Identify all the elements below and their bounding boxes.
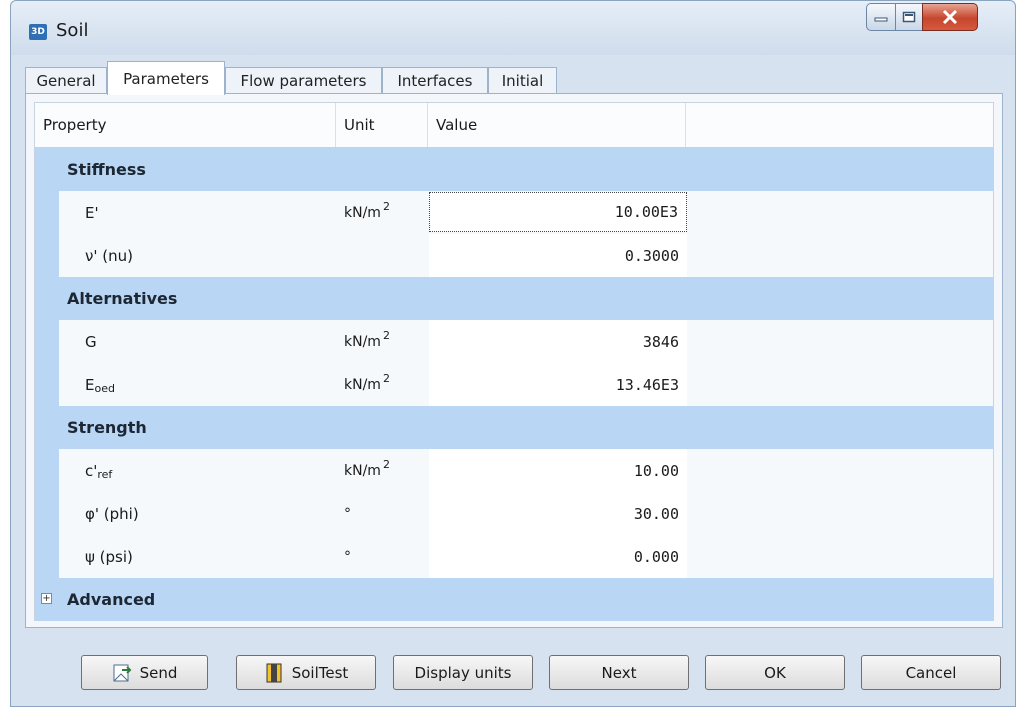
unit-label: ° <box>344 548 351 565</box>
header-property[interactable]: Property <box>35 103 336 147</box>
grid-header: Property Unit Value <box>35 103 993 148</box>
row-e-prime[interactable]: E' kN/m 2 10.00E3 <box>59 191 993 234</box>
close-icon <box>923 4 977 30</box>
expand-plus-icon[interactable]: + <box>41 593 52 604</box>
section-label: Advanced <box>67 590 156 609</box>
minimize-button[interactable] <box>866 3 896 31</box>
display-units-button[interactable]: Display units <box>393 655 533 690</box>
close-button[interactable] <box>922 3 978 31</box>
property-name: G <box>85 332 97 351</box>
send-icon <box>112 662 132 684</box>
tab-initial[interactable]: Initial <box>488 67 557 94</box>
value-field-e-prime[interactable]: 10.00E3 <box>429 192 687 232</box>
section-label: Alternatives <box>67 289 178 308</box>
tab-general[interactable]: General <box>25 67 107 94</box>
header-value[interactable]: Value <box>428 103 686 147</box>
property-name: c' ref <box>85 461 113 482</box>
cancel-button[interactable]: Cancel <box>861 655 1001 690</box>
header-unit[interactable]: Unit <box>336 103 428 147</box>
section-advanced[interactable]: + Advanced <box>35 578 993 621</box>
parameters-panel: Property Unit Value Stiffness E' kN/m 2 1… <box>25 93 1003 628</box>
section-alternatives[interactable]: Alternatives <box>35 277 993 320</box>
property-name: Eoed <box>85 375 115 396</box>
property-name: ψ (psi) <box>85 547 133 566</box>
ok-button[interactable]: OK <box>705 655 845 690</box>
row-g[interactable]: G kN/m 2 3846 <box>59 320 993 363</box>
soiltest-icon <box>264 662 284 684</box>
value-field-e-oed[interactable]: 13.46E3 <box>429 363 687 406</box>
unit-label: kN/m 2 <box>344 458 390 479</box>
value-field-psi[interactable]: 0.000 <box>429 535 687 578</box>
send-button[interactable]: Send <box>81 655 208 690</box>
section-gutter <box>35 320 59 406</box>
value-field-phi[interactable]: 30.00 <box>429 492 687 535</box>
row-phi[interactable]: φ' (phi) ° 30.00 <box>59 492 993 535</box>
unit-label: kN/m 2 <box>344 372 390 393</box>
value-field-c-ref[interactable]: 10.00 <box>429 449 687 492</box>
tab-interfaces[interactable]: Interfaces <box>382 67 488 94</box>
property-name: ν' (nu) <box>85 246 133 265</box>
next-button[interactable]: Next <box>549 655 689 690</box>
soiltest-button[interactable]: SoilTest <box>236 655 376 690</box>
button-bar: Send SoilTest Display units Next OK Canc… <box>25 637 1003 699</box>
row-psi[interactable]: ψ (psi) ° 0.000 <box>59 535 993 578</box>
minimize-icon <box>867 4 895 30</box>
unit-label: kN/m 2 <box>344 200 390 221</box>
window-title: Soil <box>56 20 89 41</box>
section-gutter <box>35 191 59 277</box>
unit-label: kN/m 2 <box>344 329 390 350</box>
value-field-g[interactable]: 3846 <box>429 320 687 363</box>
property-name: φ' (phi) <box>85 504 139 523</box>
maximize-icon <box>896 4 922 30</box>
send-label: Send <box>139 663 178 682</box>
section-label: Stiffness <box>67 160 146 179</box>
section-strength[interactable]: Strength <box>35 406 993 449</box>
maximize-button[interactable] <box>895 3 923 31</box>
soiltest-label: SoilTest <box>291 663 349 682</box>
header-blank <box>686 103 995 147</box>
app-3d-icon: 3D <box>29 24 47 40</box>
row-nu[interactable]: ν' (nu) 0.3000 <box>59 234 993 277</box>
section-label: Strength <box>67 418 147 437</box>
property-grid: Property Unit Value Stiffness E' kN/m 2 1… <box>34 102 994 621</box>
row-c-ref[interactable]: c' ref kN/m 2 10.00 <box>59 449 993 492</box>
row-e-oed[interactable]: Eoed kN/m 2 13.46E3 <box>59 363 993 406</box>
section-gutter <box>35 449 59 578</box>
title-bar[interactable]: 3D Soil <box>11 1 1015 55</box>
property-name: E' <box>85 203 99 222</box>
soil-window: 3D Soil General Parameters Flow paramete… <box>10 0 1016 707</box>
unit-label: ° <box>344 505 351 522</box>
tab-flow-parameters[interactable]: Flow parameters <box>225 67 382 94</box>
value-field-nu[interactable]: 0.3000 <box>429 234 687 277</box>
section-stiffness[interactable]: Stiffness <box>35 148 993 191</box>
tab-parameters[interactable]: Parameters <box>107 61 225 95</box>
